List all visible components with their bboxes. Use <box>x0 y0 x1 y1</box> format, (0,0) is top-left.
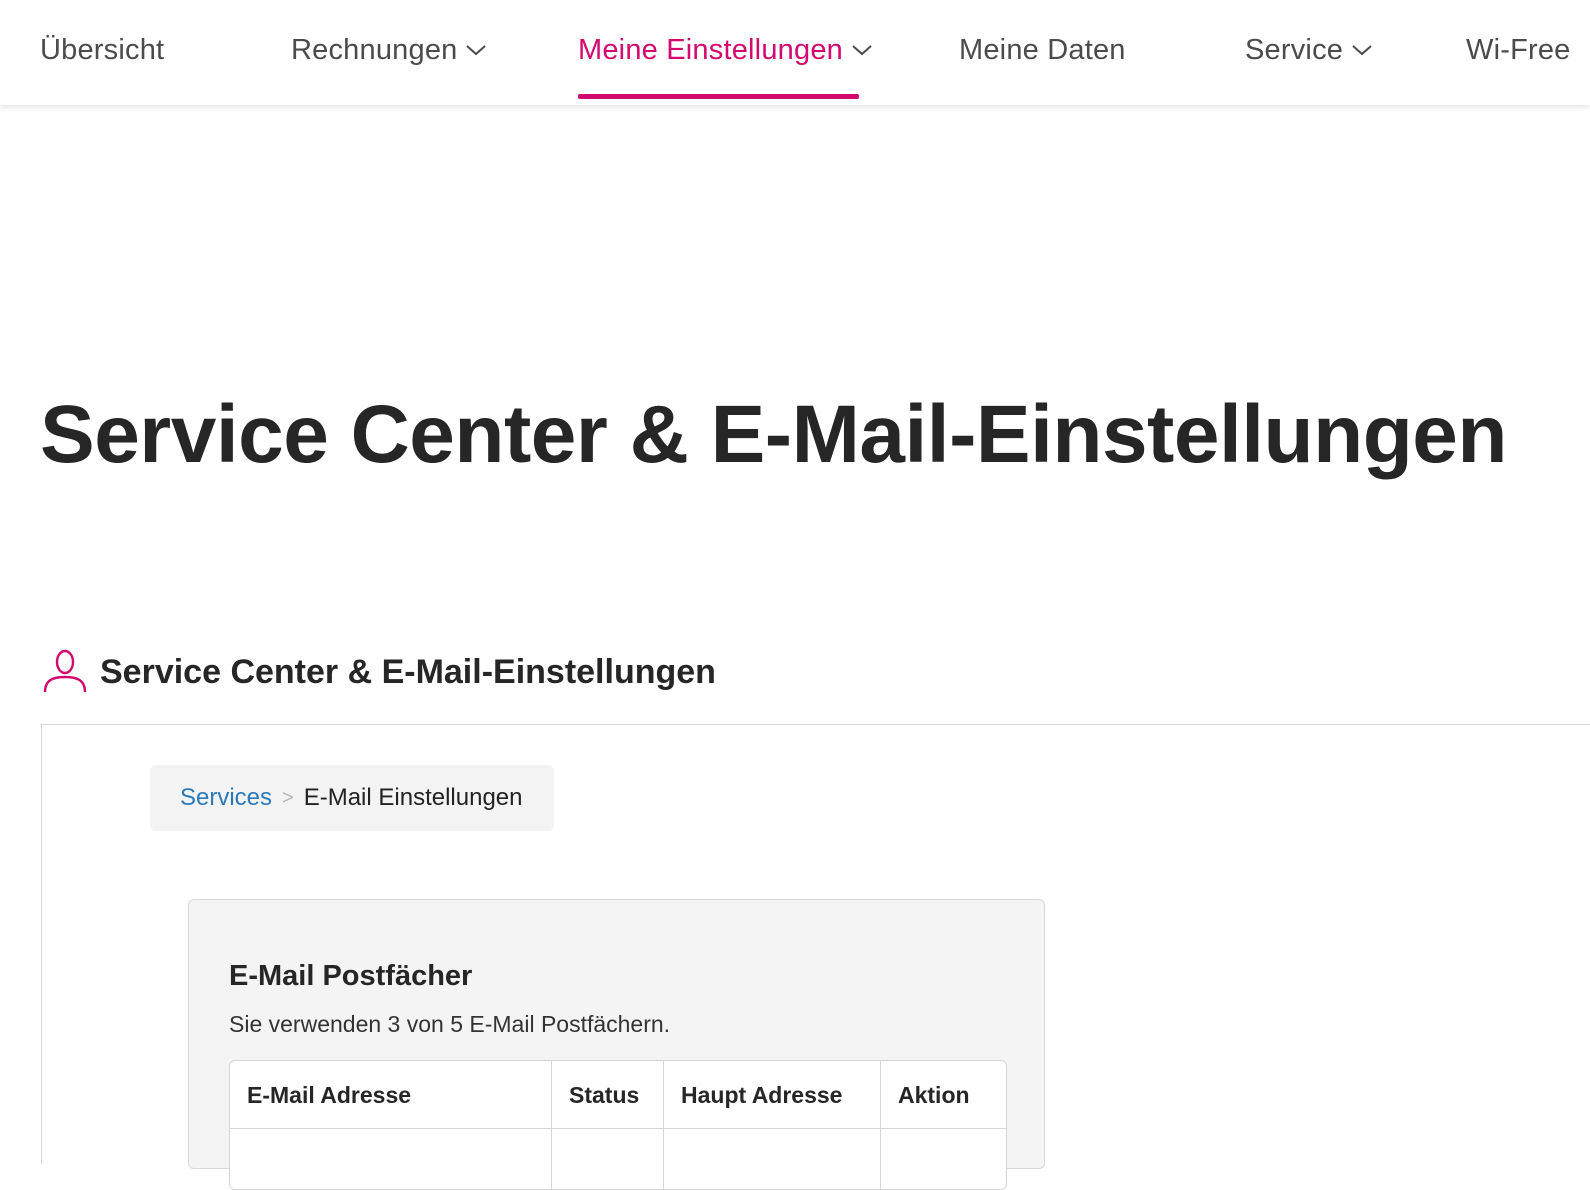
nav-item-label: Wi-Free <box>1466 33 1571 66</box>
column-header-action: Aktion <box>898 1081 970 1108</box>
nav-item-meine-daten[interactable]: Meine Daten <box>959 30 1126 70</box>
nav-item-label: Meine Einstellungen <box>578 33 843 66</box>
nav-item-label: Meine Daten <box>959 33 1126 66</box>
column-header-status: Status <box>552 1061 664 1129</box>
breadcrumb-current: E-Mail Einstellungen <box>303 784 523 811</box>
mailbox-card: E-Mail Postfächer Sie verwenden 3 von 5 … <box>188 899 1045 1190</box>
chevron-down-icon <box>466 45 487 56</box>
breadcrumb-link-services[interactable]: Services <box>180 784 272 812</box>
user-icon <box>43 649 87 693</box>
breadcrumb-separator: > <box>282 786 294 809</box>
mailbox-table: E-Mail Adresse Status Haupt Adresse Akti… <box>229 1060 1007 1190</box>
column-header-main-address: Haupt Adresse <box>664 1061 881 1129</box>
nav-item-wi-free[interactable]: Wi-Free <box>1466 30 1571 70</box>
section-title: Service Center & E-Mail-Einstellungen <box>100 652 716 691</box>
table-cell <box>230 1129 552 1189</box>
nav-item-meine-einstellungen[interactable]: Meine Einstellungen <box>578 30 873 70</box>
nav-item-rechnungen[interactable]: Rechnungen <box>291 30 487 70</box>
column-header-email: E-Mail Adresse <box>230 1061 552 1129</box>
page-title: Service Center & E-Mail-Einstellungen <box>40 389 1508 480</box>
nav-item-uebersicht[interactable]: Übersicht <box>40 30 164 70</box>
nav-item-label: Übersicht <box>40 33 165 66</box>
table-cell <box>552 1129 664 1189</box>
table-row <box>230 1129 1006 1189</box>
chevron-down-icon <box>1352 45 1372 56</box>
table-header-row: E-Mail Adresse Status Haupt Adresse Akti… <box>230 1061 1006 1129</box>
breadcrumb: Services > E-Mail Einstellungen <box>150 765 554 831</box>
chevron-down-icon <box>852 45 872 56</box>
table-cell <box>664 1129 881 1189</box>
active-tab-indicator <box>578 94 859 99</box>
top-navigation: Übersicht Rechnungen Meine Einstellungen… <box>0 0 1590 105</box>
mailbox-heading: E-Mail Postfächer <box>229 960 473 992</box>
nav-item-label: Service <box>1245 33 1344 66</box>
mailbox-usage-text: Sie verwenden 3 von 5 E-Mail Postfächern… <box>229 1011 671 1037</box>
table-cell <box>881 1129 1006 1189</box>
nav-item-label: Rechnungen <box>291 33 458 66</box>
section-header: Service Center & E-Mail-Einstellungen <box>42 648 716 696</box>
nav-item-service[interactable]: Service <box>1245 30 1373 70</box>
